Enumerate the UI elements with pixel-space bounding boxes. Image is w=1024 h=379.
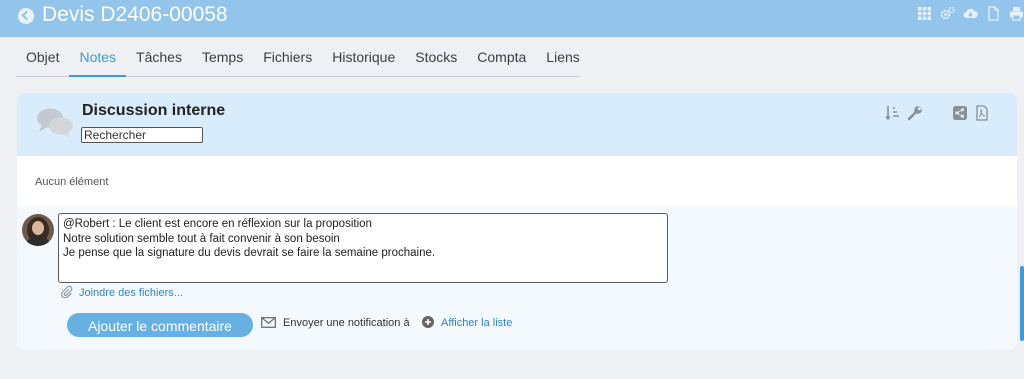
notify-label: Envoyer une notification à <box>283 317 410 329</box>
settings-cogs-icon[interactable] <box>940 6 955 21</box>
tab-temps[interactable]: Temps <box>192 48 253 76</box>
print-icon[interactable] <box>1009 6 1024 21</box>
header-toolbar <box>917 4 1024 22</box>
paperclip-icon <box>61 285 73 298</box>
sort-icon[interactable] <box>885 105 901 121</box>
back-arrow-icon[interactable] <box>18 8 34 24</box>
comment-line: Je pense que la signature du devis devra… <box>63 247 436 259</box>
grid-icon[interactable] <box>917 6 932 21</box>
scrollbar[interactable] <box>1020 266 1024 341</box>
tab-fichiers[interactable]: Fichiers <box>253 48 322 76</box>
top-bar: Devis D2406-00058 <box>0 0 1024 37</box>
discussion-panel: Discussion interne Aucun élément <box>17 93 1017 350</box>
tab-taches[interactable]: Tâches <box>126 48 192 76</box>
show-list-link[interactable]: Afficher la liste <box>441 317 512 329</box>
document-icon[interactable] <box>986 5 1001 21</box>
tab-liens[interactable]: Liens <box>536 48 589 76</box>
plus-circle-icon[interactable] <box>422 316 434 328</box>
empty-message: Aucun élément <box>35 176 109 188</box>
cloud-download-icon[interactable] <box>963 6 978 21</box>
comment-textarea[interactable]: @Robert : Le client est encore en réflex… <box>58 213 668 283</box>
search-input[interactable] <box>81 127 203 143</box>
tab-stocks[interactable]: Stocks <box>405 48 467 76</box>
chat-bubbles-icon <box>37 108 73 138</box>
empty-list-row: Aucun élément <box>17 156 1017 206</box>
wrench-icon[interactable] <box>907 105 923 121</box>
tab-historique[interactable]: Historique <box>322 48 405 76</box>
tab-compta[interactable]: Compta <box>467 48 536 76</box>
comment-line: Notre solution semble tout à fait conven… <box>63 232 340 245</box>
page-title: Devis D2406-00058 <box>42 3 228 26</box>
tab-bar: Objet Notes Tâches Temps Fichiers Histor… <box>16 48 580 77</box>
attach-files-link[interactable]: Joindre des fichiers... <box>79 287 183 299</box>
comment-line: @Robert : Le client est encore en réflex… <box>63 218 372 230</box>
tab-notes[interactable]: Notes <box>69 48 126 77</box>
discussion-header: Discussion interne <box>17 93 1017 156</box>
discussion-title: Discussion interne <box>82 102 226 119</box>
tab-objet[interactable]: Objet <box>16 48 69 76</box>
mail-icon <box>261 317 276 328</box>
avatar <box>22 214 54 246</box>
add-comment-button[interactable]: Ajouter le commentaire <box>67 313 253 337</box>
pdf-icon[interactable] <box>974 105 990 121</box>
share-icon[interactable] <box>952 105 968 121</box>
